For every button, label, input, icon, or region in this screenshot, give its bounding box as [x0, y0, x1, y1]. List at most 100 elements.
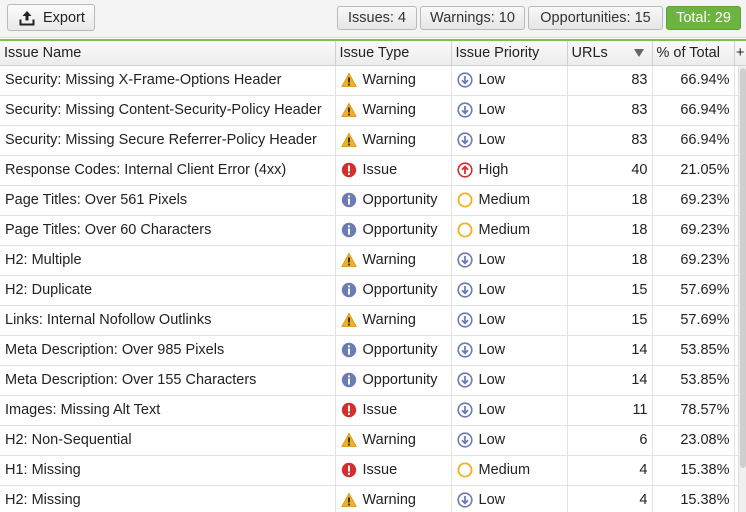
percent-of-total: 66.94% [652, 125, 735, 156]
issue-icon [341, 402, 356, 418]
issue-priority-cell: Medium [451, 215, 568, 246]
export-label: Export [43, 9, 85, 26]
table-row[interactable]: H1: Missing Issue Medium 4 15.38% [0, 455, 746, 486]
issue-priority-cell: Low [451, 125, 568, 156]
percent-of-total: 66.94% [652, 65, 735, 96]
table-row[interactable]: Security: Missing Secure Referrer-Policy… [0, 125, 746, 156]
column-header-issue-name[interactable]: Issue Name [0, 41, 336, 66]
table-row[interactable]: Links: Internal Nofollow Outlinks Warnin… [0, 305, 746, 336]
opportunity-icon [341, 342, 356, 358]
low-priority-icon [456, 312, 473, 328]
issue-name-cell: Images: Missing Alt Text [0, 395, 336, 426]
table-row[interactable]: Security: Missing X-Frame-Options Header… [0, 65, 746, 96]
issue-name-cell: Page Titles: Over 561 Pixels [0, 185, 336, 216]
issue-type-cell: Warning [335, 305, 452, 336]
issue-type-cell: Opportunity [335, 365, 452, 396]
warning-icon [340, 72, 357, 87]
issue-priority: Low [478, 342, 506, 358]
issue-type: Issue [362, 402, 398, 418]
table-row[interactable]: Meta Description: Over 155 Characters Op… [0, 365, 746, 396]
opportunity-icon [341, 282, 356, 298]
table-row[interactable]: Page Titles: Over 561 Pixels Opportunity… [0, 185, 746, 216]
issue-type-cell: Warning [335, 125, 452, 156]
percent-of-total: 15.38% [652, 455, 735, 486]
column-header-issue-priority[interactable]: Issue Priority [451, 41, 568, 66]
percent-of-total: 23.08% [652, 425, 735, 456]
opportunity-icon [341, 192, 356, 208]
export-button[interactable]: Export [7, 4, 95, 31]
issue-priority: Low [478, 312, 506, 328]
issue-name: H2: Multiple [5, 252, 82, 268]
issue-name: Response Codes: Internal Client Error (4… [5, 162, 287, 178]
issue-type: Opportunity [362, 282, 438, 298]
low-priority-icon [456, 132, 473, 148]
low-priority-icon [456, 282, 473, 298]
issue-priority-cell: Medium [451, 455, 568, 486]
urls-count: 83 [567, 125, 653, 156]
table-row[interactable]: Images: Missing Alt Text Issue Low 11 78… [0, 395, 746, 426]
low-priority-icon [456, 102, 473, 118]
issue-name: Security: Missing Content-Security-Polic… [5, 102, 322, 118]
table-row[interactable]: Response Codes: Internal Client Error (4… [0, 155, 746, 186]
issue-type: Warning [362, 102, 416, 118]
issue-priority: Medium [478, 222, 531, 238]
issue-type-cell: Warning [335, 485, 452, 512]
percent-of-total: 15.38% [652, 485, 735, 512]
total-count-badge[interactable]: Total: 29 [666, 6, 741, 30]
issue-priority: Low [478, 402, 506, 418]
issue-name: Page Titles: Over 60 Characters [5, 222, 212, 238]
urls-count: 15 [567, 305, 653, 336]
issue-type-cell: Warning [335, 245, 452, 276]
vertical-scrollbar[interactable] [738, 66, 746, 512]
percent-of-total: 78.57% [652, 395, 735, 426]
medium-priority-icon [457, 192, 472, 208]
table-row[interactable]: H2: Non-Sequential Warning Low 6 23.08% [0, 425, 746, 456]
issue-type-cell: Issue [335, 155, 452, 186]
table-row[interactable]: H2: Missing Warning Low 4 15.38% [0, 485, 746, 512]
high-priority-icon [456, 162, 473, 178]
low-priority-icon [456, 492, 473, 508]
issue-priority: Low [478, 432, 506, 448]
issue-priority-cell: Low [451, 425, 568, 456]
issue-name-cell: Meta Description: Over 985 Pixels [0, 335, 336, 366]
issues-count-badge[interactable]: Issues: 4 [337, 6, 417, 30]
issue-priority-cell: Low [451, 365, 568, 396]
urls-count: 4 [567, 485, 653, 512]
warnings-count-badge[interactable]: Warnings: 10 [420, 6, 525, 30]
column-header-urls[interactable]: URLs [567, 41, 653, 66]
issue-type-cell: Issue [335, 455, 452, 486]
issue-name: Images: Missing Alt Text [5, 402, 161, 418]
table-row[interactable]: Meta Description: Over 985 Pixels Opport… [0, 335, 746, 366]
scrollbar-thumb[interactable] [740, 68, 746, 468]
issue-priority: Low [478, 72, 506, 88]
column-header-percent-of-total[interactable]: % of Total [652, 41, 735, 66]
table-row[interactable]: Security: Missing Content-Security-Polic… [0, 95, 746, 126]
issue-name-cell: Security: Missing X-Frame-Options Header [0, 65, 336, 96]
urls-count: 18 [567, 185, 653, 216]
table-row[interactable]: H2: Duplicate Opportunity Low 15 57.69% [0, 275, 746, 306]
issue-type: Warning [362, 132, 416, 148]
column-header-issue-type[interactable]: Issue Type [335, 41, 452, 66]
issue-name-cell: H1: Missing [0, 455, 336, 486]
issue-name: Links: Internal Nofollow Outlinks [5, 312, 212, 328]
issue-type-cell: Opportunity [335, 215, 452, 246]
opportunities-count-badge[interactable]: Opportunities: 15 [528, 6, 663, 30]
low-priority-icon [456, 252, 473, 268]
add-column-button[interactable]: + [734, 41, 746, 66]
percent-of-total: 53.85% [652, 365, 735, 396]
issue-name-cell: Security: Missing Secure Referrer-Policy… [0, 125, 336, 156]
issue-type: Opportunity [362, 222, 438, 238]
low-priority-icon [456, 432, 473, 448]
issue-type: Warning [362, 252, 416, 268]
issue-priority: Low [478, 132, 506, 148]
issue-priority-cell: Low [451, 335, 568, 366]
table-row[interactable]: Page Titles: Over 60 Characters Opportun… [0, 215, 746, 246]
table-row[interactable]: H2: Multiple Warning Low 18 69.23% [0, 245, 746, 276]
issue-type-cell: Warning [335, 65, 452, 96]
issue-name: H2: Missing [5, 492, 81, 508]
issue-type: Warning [362, 432, 416, 448]
urls-count: 18 [567, 215, 653, 246]
issue-name-cell: H2: Non-Sequential [0, 425, 336, 456]
percent-of-total: 69.23% [652, 245, 735, 276]
percent-of-total: 53.85% [652, 335, 735, 366]
